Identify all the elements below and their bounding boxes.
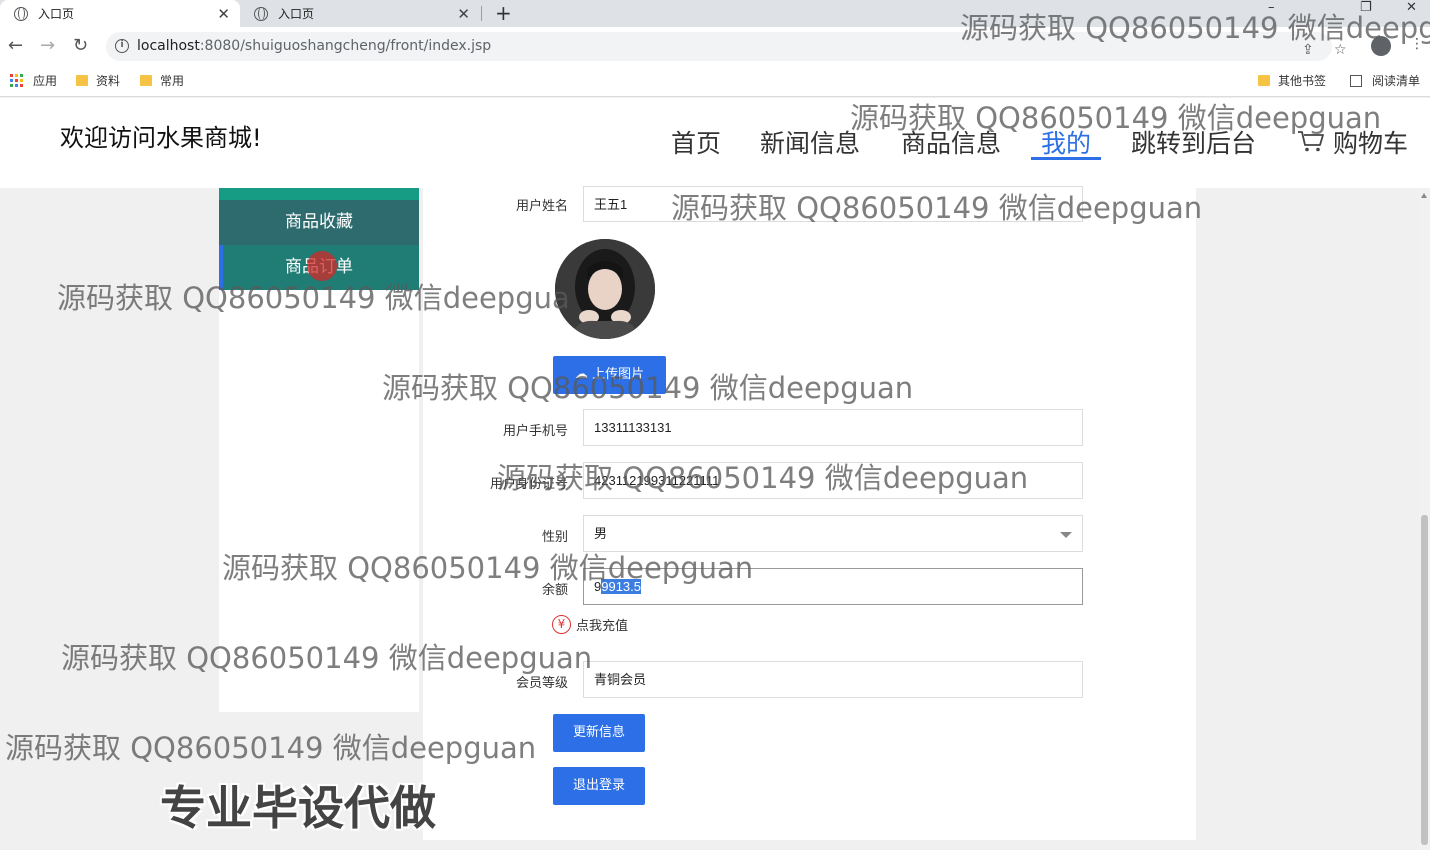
scroll-up-icon[interactable] xyxy=(1421,193,1427,198)
bookmark-label: 常用 xyxy=(160,74,185,88)
update-info-button[interactable]: 更新信息 xyxy=(553,714,645,752)
folder-icon xyxy=(140,75,152,86)
window-close-icon[interactable]: ✕ xyxy=(1406,0,1417,15)
browser-tab-bar: 入口页 ✕ 入口页 ✕ + – ❐ ✕ xyxy=(0,0,1430,27)
browser-tab-active[interactable]: 入口页 ✕ xyxy=(0,0,240,27)
forward-icon[interactable]: → xyxy=(40,35,55,56)
tab-divider xyxy=(481,6,482,21)
gender-label: 性别 xyxy=(541,530,568,545)
avatar[interactable] xyxy=(555,239,655,339)
phone-label: 用户手机号 xyxy=(502,424,568,439)
folder-icon xyxy=(76,75,88,86)
gender-select[interactable]: 男 xyxy=(583,515,1083,552)
sidebar-header xyxy=(219,188,419,200)
site-header: 欢迎访问水果商城! 首页 新闻信息 商品信息 我的 跳转到后台 购物车 xyxy=(0,98,1430,188)
globe-icon xyxy=(14,6,28,21)
close-icon[interactable]: ✕ xyxy=(457,5,470,23)
star-icon[interactable]: ☆ xyxy=(1334,42,1347,58)
id-number-label: 用户身份证号 xyxy=(489,477,568,492)
url-text[interactable]: localhost:8080/shuiguoshangcheng/front/i… xyxy=(137,38,491,54)
balance-selected-text: 9913.5 xyxy=(601,579,641,594)
restore-icon[interactable]: ❐ xyxy=(1360,0,1372,15)
bookmark-label: 资料 xyxy=(96,74,121,88)
bookmark-label: 其他书签 xyxy=(1278,74,1327,88)
bookmark-label: 阅读清单 xyxy=(1372,74,1421,88)
sidebar-item-favorites[interactable]: 商品收藏 xyxy=(219,200,419,245)
nav-mine[interactable]: 我的 xyxy=(1031,124,1101,160)
id-number-field[interactable]: 423112199311221111 xyxy=(583,462,1083,499)
reading-list[interactable]: 阅读清单 xyxy=(1350,72,1420,89)
ad-watermark: 专业毕设代做 xyxy=(160,781,436,835)
tab-title: 入口页 xyxy=(38,7,75,21)
upload-image-button[interactable]: ☁ 上传图片 xyxy=(553,356,666,394)
page-scrollbar[interactable] xyxy=(1419,188,1430,850)
chevron-down-icon xyxy=(1060,532,1072,538)
folder-icon xyxy=(1258,75,1270,86)
click-indicator xyxy=(307,251,337,281)
name-label: 用户姓名 xyxy=(515,199,568,214)
recharge-label: 点我充值 xyxy=(576,619,629,634)
member-level-field[interactable]: 青铜会员 xyxy=(583,661,1083,698)
close-icon[interactable]: ✕ xyxy=(217,5,230,23)
url-field[interactable]: i localhost:8080/shuiguoshangcheng/front… xyxy=(106,32,1347,61)
site-title: 欢迎访问水果商城! xyxy=(60,124,262,152)
yen-icon: ¥ xyxy=(552,615,571,634)
nav-products[interactable]: 商品信息 xyxy=(901,124,1001,160)
minimize-icon[interactable]: – xyxy=(1268,0,1275,15)
bookmarks-bar: 应用 资料 常用 其他书签 阅读清单 xyxy=(0,66,1430,97)
sidebar-active-marker xyxy=(219,245,223,290)
scrollbar-thumb[interactable] xyxy=(1421,515,1428,845)
info-icon[interactable]: i xyxy=(115,39,129,53)
bookmark-label: 应用 xyxy=(33,74,58,88)
reload-icon[interactable]: ↻ xyxy=(73,35,88,56)
tab-title: 入口页 xyxy=(278,7,315,21)
share-icon[interactable]: ⇪ xyxy=(1302,42,1314,58)
globe-icon xyxy=(254,6,268,21)
apps-icon xyxy=(10,74,23,87)
cloud-upload-icon: ☁ xyxy=(574,367,593,382)
nav-cart[interactable]: 购物车 xyxy=(1333,124,1408,160)
phone-field[interactable]: 13311133131 xyxy=(583,409,1083,446)
member-level-label: 会员等级 xyxy=(515,676,568,691)
address-bar: ← → ↻ i localhost:8080/shuiguoshangcheng… xyxy=(0,27,1430,66)
profile-panel xyxy=(423,188,1196,840)
back-icon[interactable]: ← xyxy=(8,35,23,56)
cart-icon[interactable] xyxy=(1297,129,1325,153)
nav-home[interactable]: 首页 xyxy=(671,124,721,160)
upload-button-label: 上传图片 xyxy=(592,367,645,382)
bookmark-folder[interactable]: 常用 xyxy=(140,72,184,89)
nav-news[interactable]: 新闻信息 xyxy=(760,124,860,160)
bookmark-folder[interactable]: 资料 xyxy=(76,72,120,89)
recharge-link[interactable]: ¥ 点我充值 xyxy=(552,615,628,634)
profile-icon[interactable] xyxy=(1371,36,1391,56)
gender-selected-value: 男 xyxy=(594,526,608,541)
new-tab-button[interactable]: + xyxy=(495,1,512,25)
reading-list-icon xyxy=(1350,74,1362,87)
balance-field[interactable]: 99913.5 xyxy=(583,568,1083,605)
menu-icon[interactable]: ⋮ xyxy=(1410,36,1424,52)
name-field[interactable]: 王五1 xyxy=(583,186,1083,222)
nav-admin[interactable]: 跳转到后台 xyxy=(1131,124,1256,160)
avatar-image xyxy=(555,239,655,339)
bookmark-other[interactable]: 其他书签 xyxy=(1258,72,1326,89)
logout-button[interactable]: 退出登录 xyxy=(553,767,645,805)
browser-tab[interactable]: 入口页 ✕ xyxy=(240,0,480,27)
balance-label: 余额 xyxy=(541,583,568,598)
bookmark-apps[interactable]: 应用 xyxy=(10,72,57,89)
